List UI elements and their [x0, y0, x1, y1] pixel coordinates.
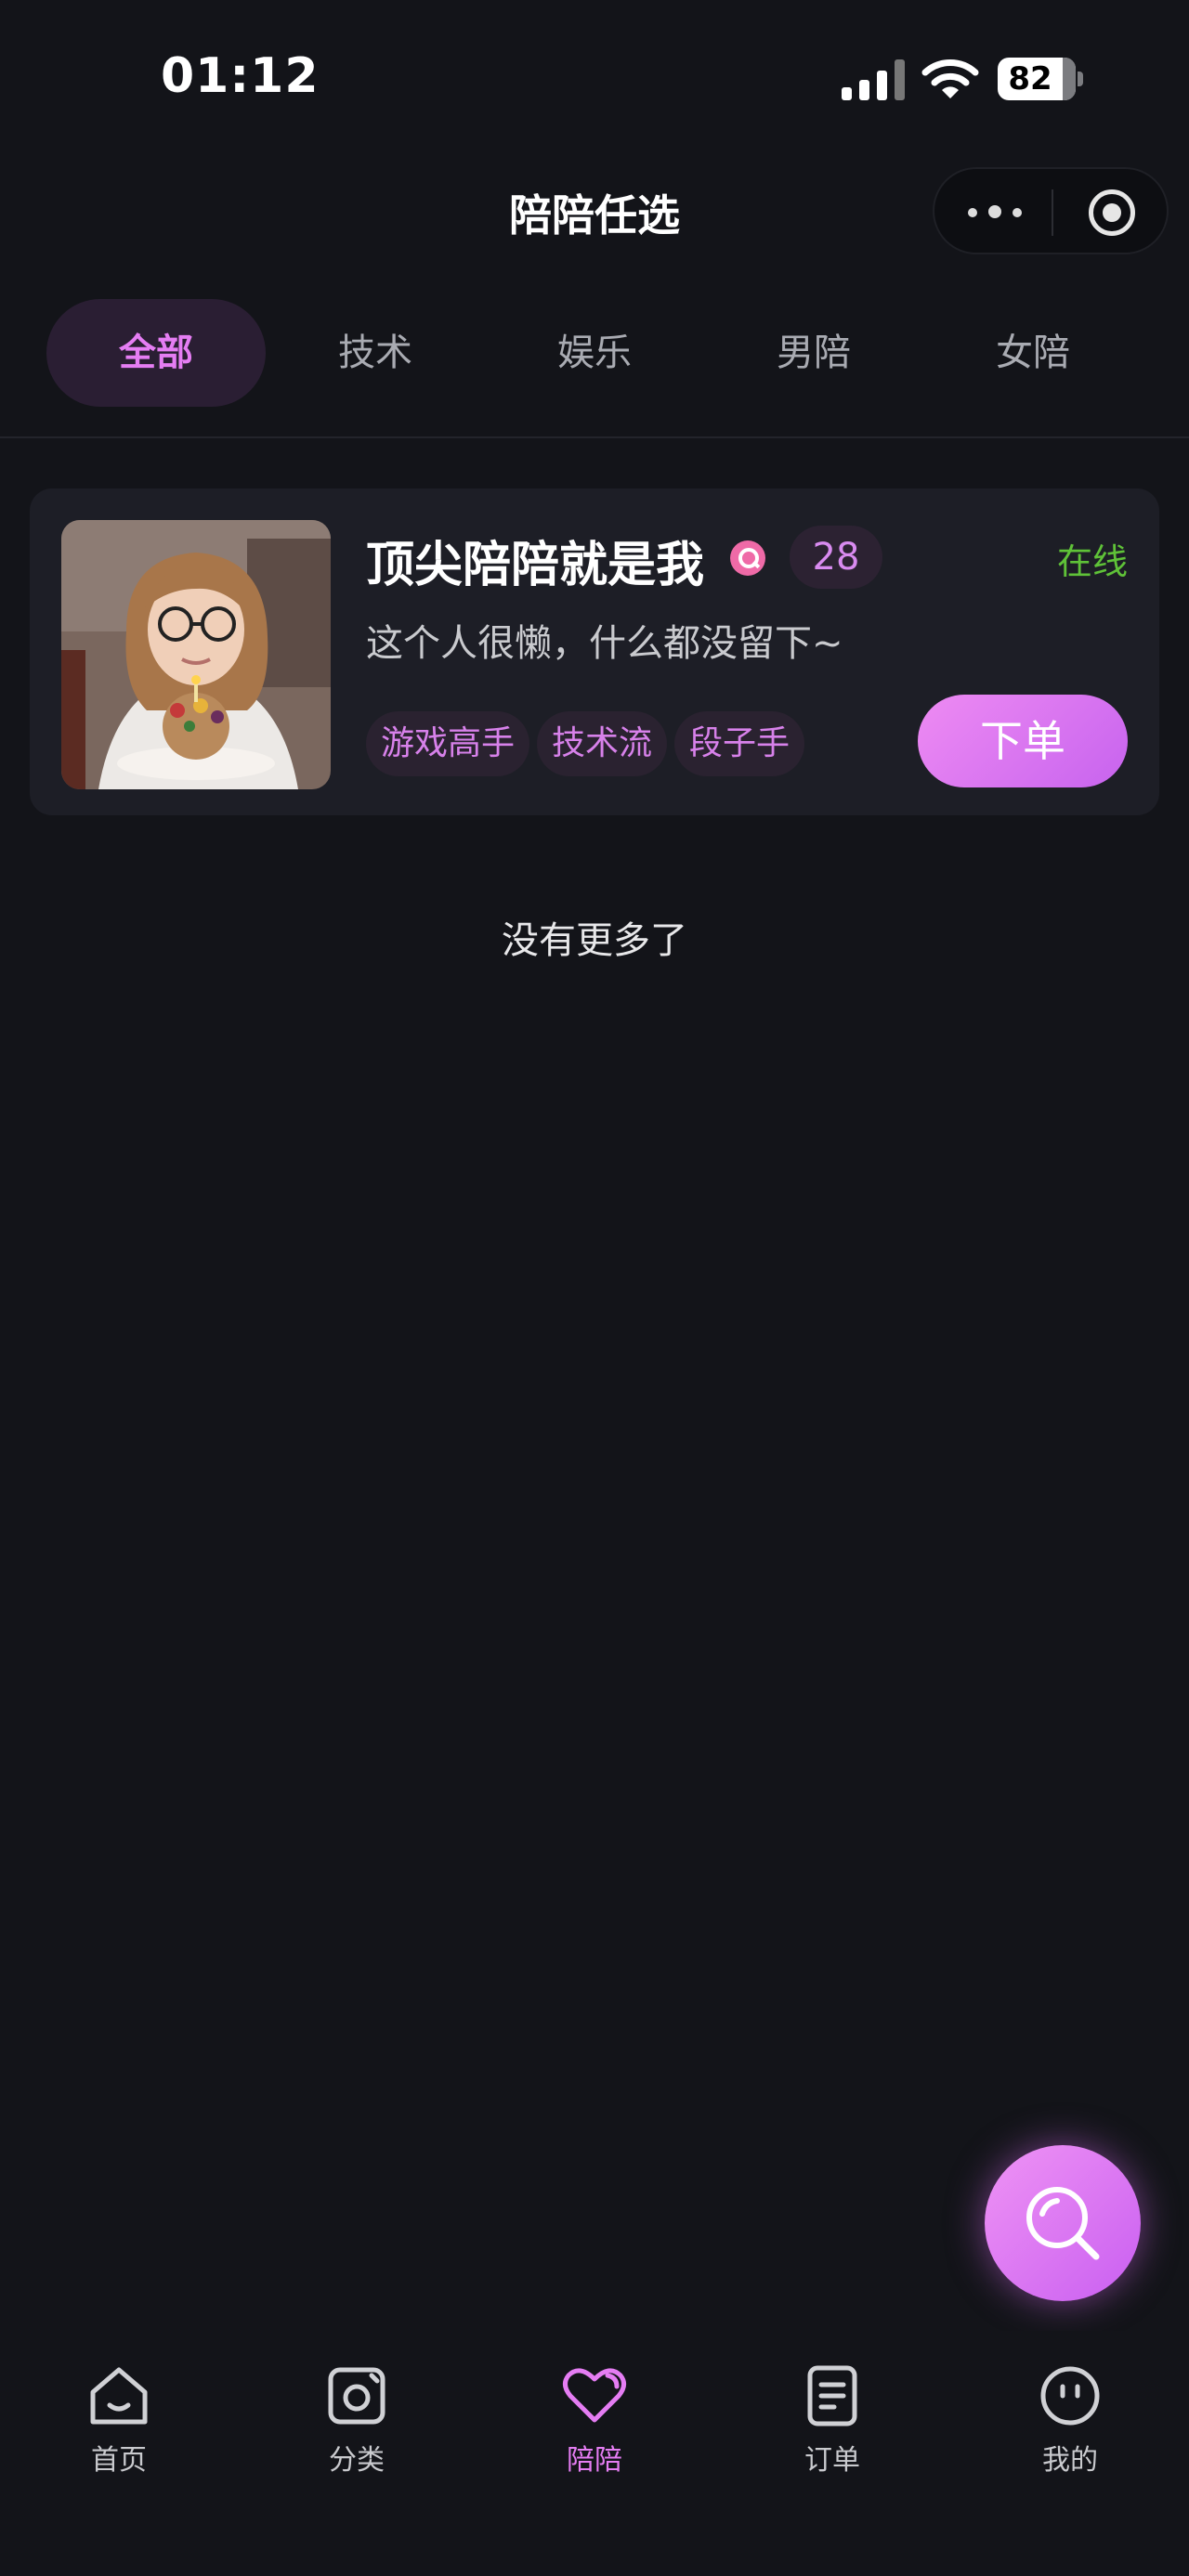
close-mini-program-icon[interactable]	[1089, 189, 1135, 236]
tabbar-label: 订单	[804, 2444, 860, 2477]
home-icon	[90, 2367, 148, 2425]
profile-icon	[1040, 2366, 1100, 2426]
battery-level: 82	[1008, 60, 1052, 98]
tabbar-label: 首页	[91, 2444, 147, 2477]
avatar[interactable]	[61, 520, 331, 789]
tag: 段子手	[674, 711, 805, 776]
battery-icon: 82	[998, 58, 1083, 100]
tabbar-label: 我的	[1042, 2444, 1098, 2477]
tabbar-label: 分类	[329, 2444, 385, 2477]
tabbar-label: 陪陪	[567, 2444, 622, 2477]
more-icon[interactable]	[968, 202, 1024, 221]
age-badge: 28	[790, 526, 882, 589]
tab-male[interactable]: 男陪	[704, 299, 923, 407]
tab-tech[interactable]: 技术	[266, 299, 485, 407]
tab-female[interactable]: 女陪	[923, 299, 1143, 407]
search-button[interactable]	[985, 2145, 1141, 2301]
tabbar-item-category[interactable]: 分类	[238, 2362, 476, 2492]
category-tabs: 全部 技术 娱乐 男陪 女陪	[46, 299, 1143, 407]
order-button[interactable]: 下单	[918, 695, 1128, 787]
tab-entertainment[interactable]: 娱乐	[485, 299, 704, 407]
status-time: 01:12	[161, 48, 320, 104]
category-icon	[328, 2367, 385, 2425]
online-status: 在线	[1056, 541, 1128, 582]
cellular-signal-icon	[842, 59, 907, 100]
order-icon	[807, 2365, 857, 2426]
tabbar-item-profile[interactable]: 我的	[951, 2362, 1189, 2492]
tab-all[interactable]: 全部	[46, 299, 266, 407]
tag: 技术流	[537, 711, 668, 776]
tabbar-item-orders[interactable]: 订单	[713, 2362, 951, 2492]
female-icon	[730, 540, 765, 576]
tabbar-item-home[interactable]: 首页	[0, 2362, 238, 2492]
divider	[0, 436, 1189, 438]
companion-name: 顶尖陪陪就是我	[366, 538, 705, 593]
companion-description: 这个人很懒，什么都没留下~	[366, 622, 843, 665]
wifi-icon	[921, 59, 979, 98]
companion-card[interactable]: 顶尖陪陪就是我 28 在线 这个人很懒，什么都没留下~ 游戏高手 技术流 段子手…	[30, 488, 1159, 815]
bottom-tab-bar: 首页 分类 陪陪 订单 我的	[0, 2331, 1189, 2576]
list-end-text: 没有更多了	[502, 919, 687, 962]
tabbar-item-companion[interactable]: 陪陪	[476, 2362, 713, 2492]
search-icon	[1026, 2187, 1100, 2260]
mini-program-capsule	[933, 167, 1169, 254]
heart-icon	[563, 2368, 626, 2423]
tag: 游戏高手	[366, 711, 530, 776]
app-screen: 01:12 82 陪陪任选 全部 技术 娱乐 男陪 女陪 顶尖陪陪就是我 28 …	[0, 0, 1189, 2576]
